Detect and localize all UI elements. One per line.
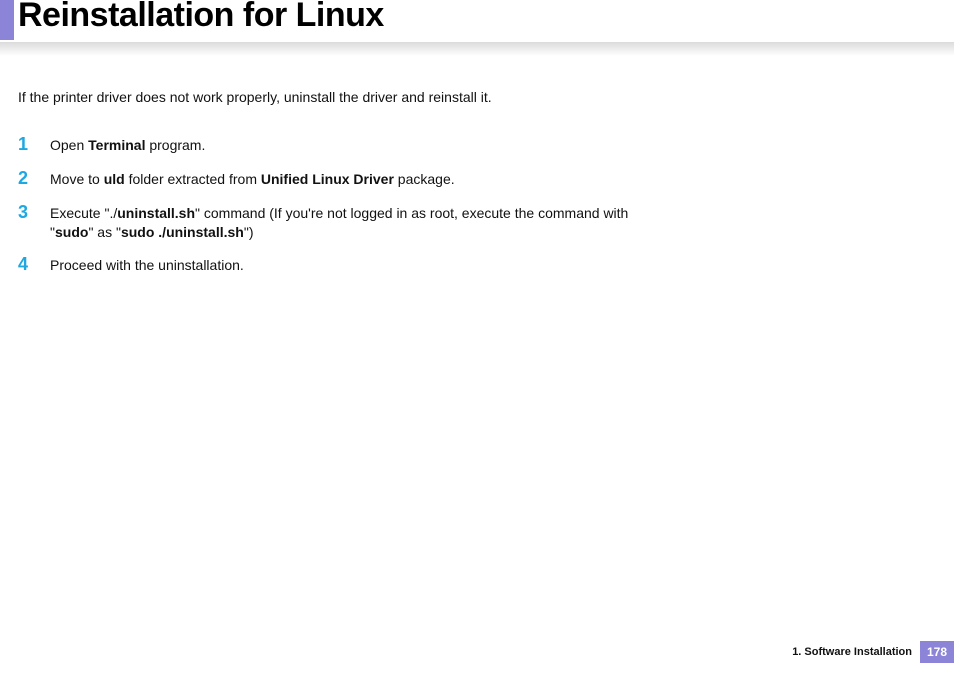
step-number-1: 1 [18, 135, 50, 155]
intro-text: If the printer driver does not work prop… [18, 88, 936, 107]
step-item: 1 Open Terminal program. [18, 135, 658, 155]
page-footer: 1. Software Installation 178 [792, 641, 954, 663]
step-text: Move to uld folder extracted from Unifie… [50, 169, 658, 189]
page-number-badge: 178 [920, 641, 954, 663]
page-title: Reinstallation for Linux [18, 0, 384, 35]
footer-section-label: 1. Software Installation [792, 646, 912, 658]
step-number-2: 2 [18, 169, 50, 189]
step-number-3: 3 [18, 203, 50, 223]
step-item: 4 Proceed with the uninstallation. [18, 255, 658, 275]
step-item: 3 Execute "./uninstall.sh" command (If y… [18, 203, 658, 242]
step-text: Execute "./uninstall.sh" command (If you… [50, 203, 658, 242]
page: Reinstallation for Linux If the printer … [0, 0, 954, 675]
step-item: 2 Move to uld folder extracted from Unif… [18, 169, 658, 189]
header-divider [0, 42, 954, 56]
step-text: Open Terminal program. [50, 135, 658, 155]
step-number-4: 4 [18, 255, 50, 275]
step-text: Proceed with the uninstallation. [50, 255, 658, 275]
page-content: If the printer driver does not work prop… [0, 58, 954, 275]
steps-list: 1 Open Terminal program. 2 Move to uld f… [18, 135, 658, 275]
page-header: Reinstallation for Linux [0, 0, 954, 58]
header-accent-tab [0, 0, 14, 40]
